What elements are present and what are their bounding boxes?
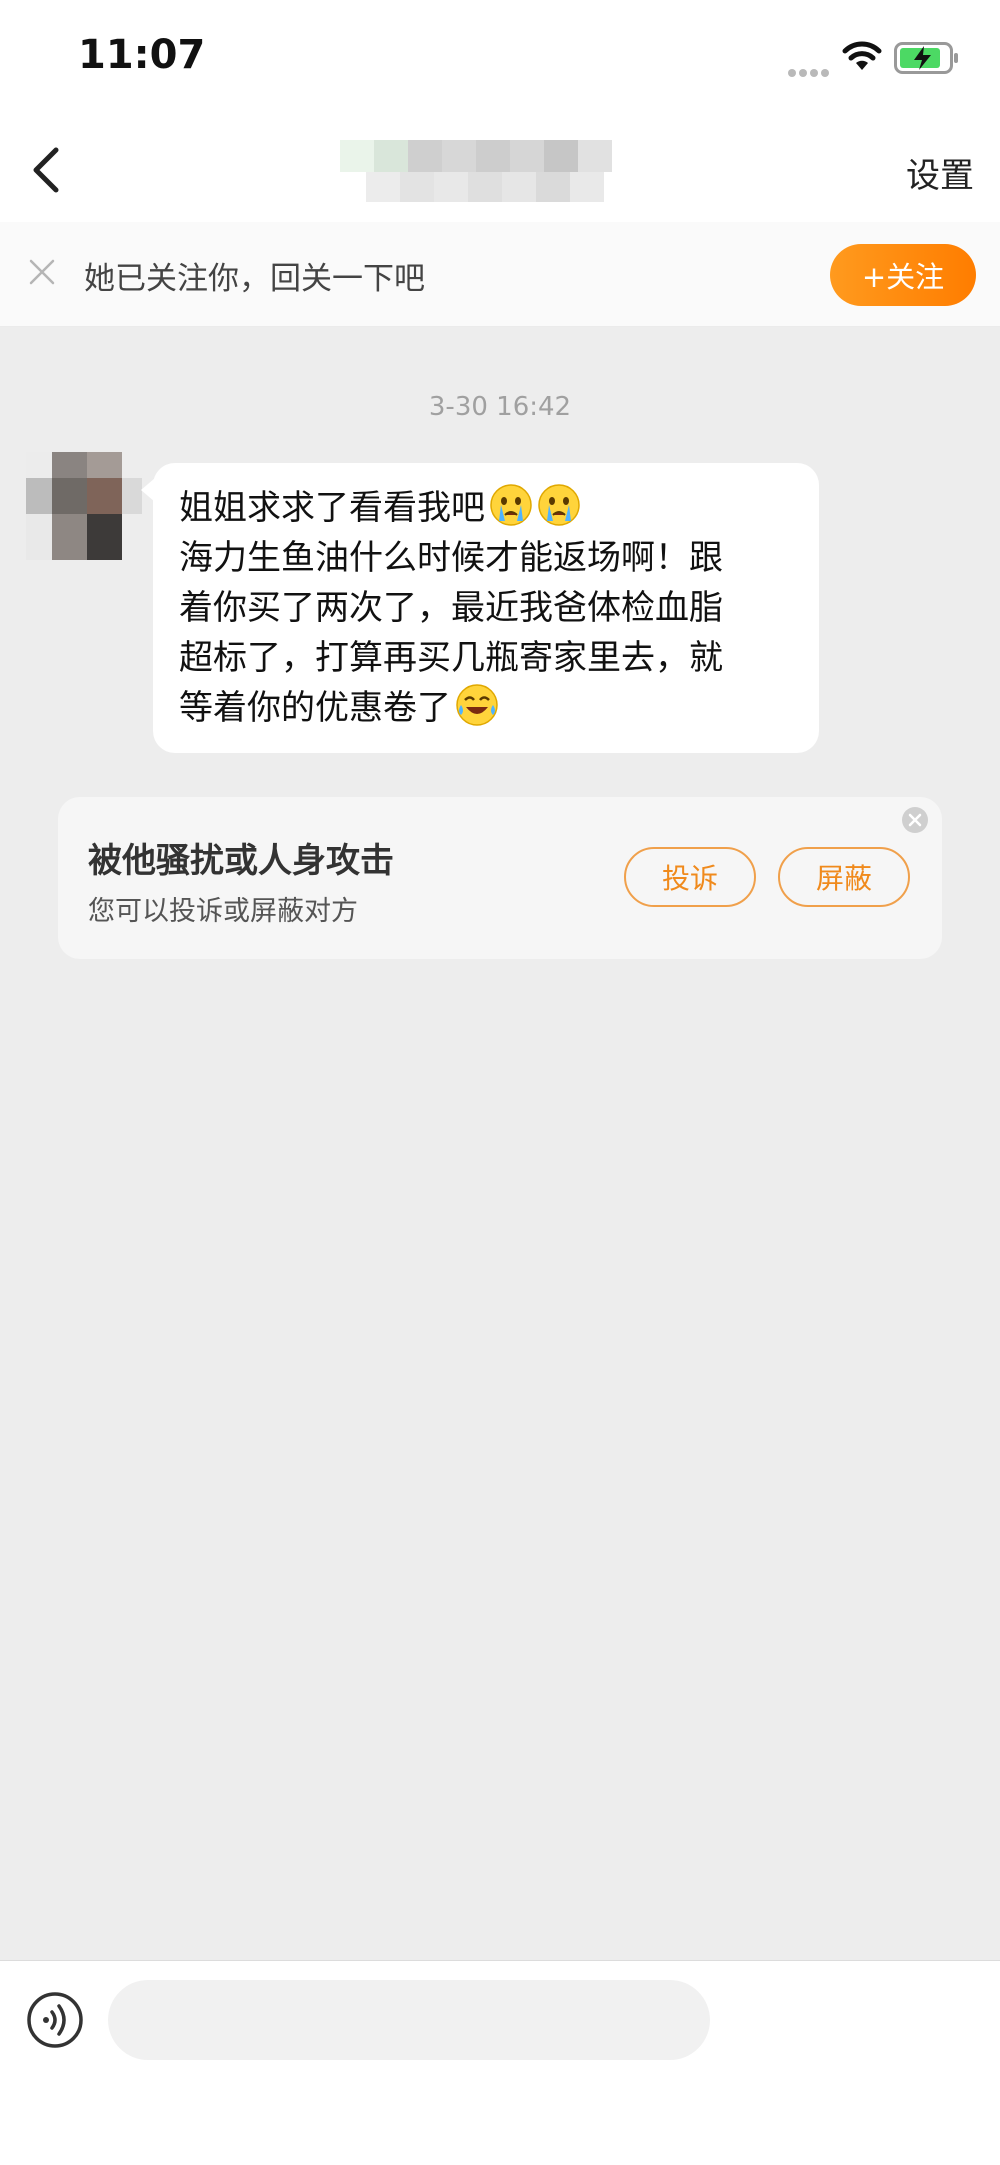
- message-input[interactable]: [108, 1980, 710, 2060]
- follow-button[interactable]: +关注: [830, 244, 976, 306]
- harassment-title: 被他骚扰或人身攻击: [88, 841, 394, 881]
- crying-emoji-icon: [538, 484, 580, 526]
- follow-back-text: 她已关注你，回关一下吧: [84, 261, 425, 297]
- close-icon[interactable]: [900, 805, 930, 835]
- settings-button[interactable]: 设置: [906, 148, 974, 197]
- block-button[interactable]: 屏蔽: [778, 847, 910, 907]
- report-button[interactable]: 投诉: [624, 847, 756, 907]
- harassment-card: 被他骚扰或人身攻击 您可以投诉或屏蔽对方 投诉 屏蔽: [58, 797, 942, 959]
- wifi-icon: [842, 41, 882, 70]
- page-title: [340, 140, 648, 204]
- avatar[interactable]: [26, 452, 142, 560]
- message-line: 着你买了两次了，最近我爸体检血脂: [179, 588, 723, 628]
- crying-emoji-icon: [490, 484, 532, 526]
- signal-icon: [788, 62, 832, 81]
- message-bubble[interactable]: 姐姐求求了看看我吧 海力生鱼油什么时候才能返场啊！跟 着你买了两次了，最近我爸体…: [153, 463, 819, 753]
- follow-back-banner: 她已关注你，回关一下吧 +关注: [0, 222, 1000, 327]
- message-line: 超标了，打算再买几瓶寄家里去，就: [179, 638, 723, 678]
- message-line: 姐姐求求了看看我吧: [179, 483, 793, 533]
- status-bar: 11:07: [0, 0, 1000, 120]
- voice-icon[interactable]: [26, 1991, 84, 2049]
- message-line: 等着你的优惠卷了: [179, 683, 793, 733]
- close-icon[interactable]: [26, 256, 58, 288]
- nav-bar: 设置: [0, 120, 1000, 223]
- message-text: 姐姐求求了看看我吧: [179, 488, 485, 528]
- laughing-tears-emoji-icon: [456, 684, 498, 726]
- message-line: 海力生鱼油什么时候才能返场啊！跟: [179, 538, 723, 578]
- message-timestamp: 3-30 16:42: [428, 392, 572, 422]
- harassment-subtitle: 您可以投诉或屏蔽对方: [88, 896, 358, 927]
- message-text: 等着你的优惠卷了: [179, 688, 451, 728]
- status-time: 11:07: [78, 32, 206, 78]
- back-button[interactable]: [22, 142, 72, 198]
- input-bar: [0, 1960, 1000, 2165]
- battery-charging-icon: [894, 42, 958, 74]
